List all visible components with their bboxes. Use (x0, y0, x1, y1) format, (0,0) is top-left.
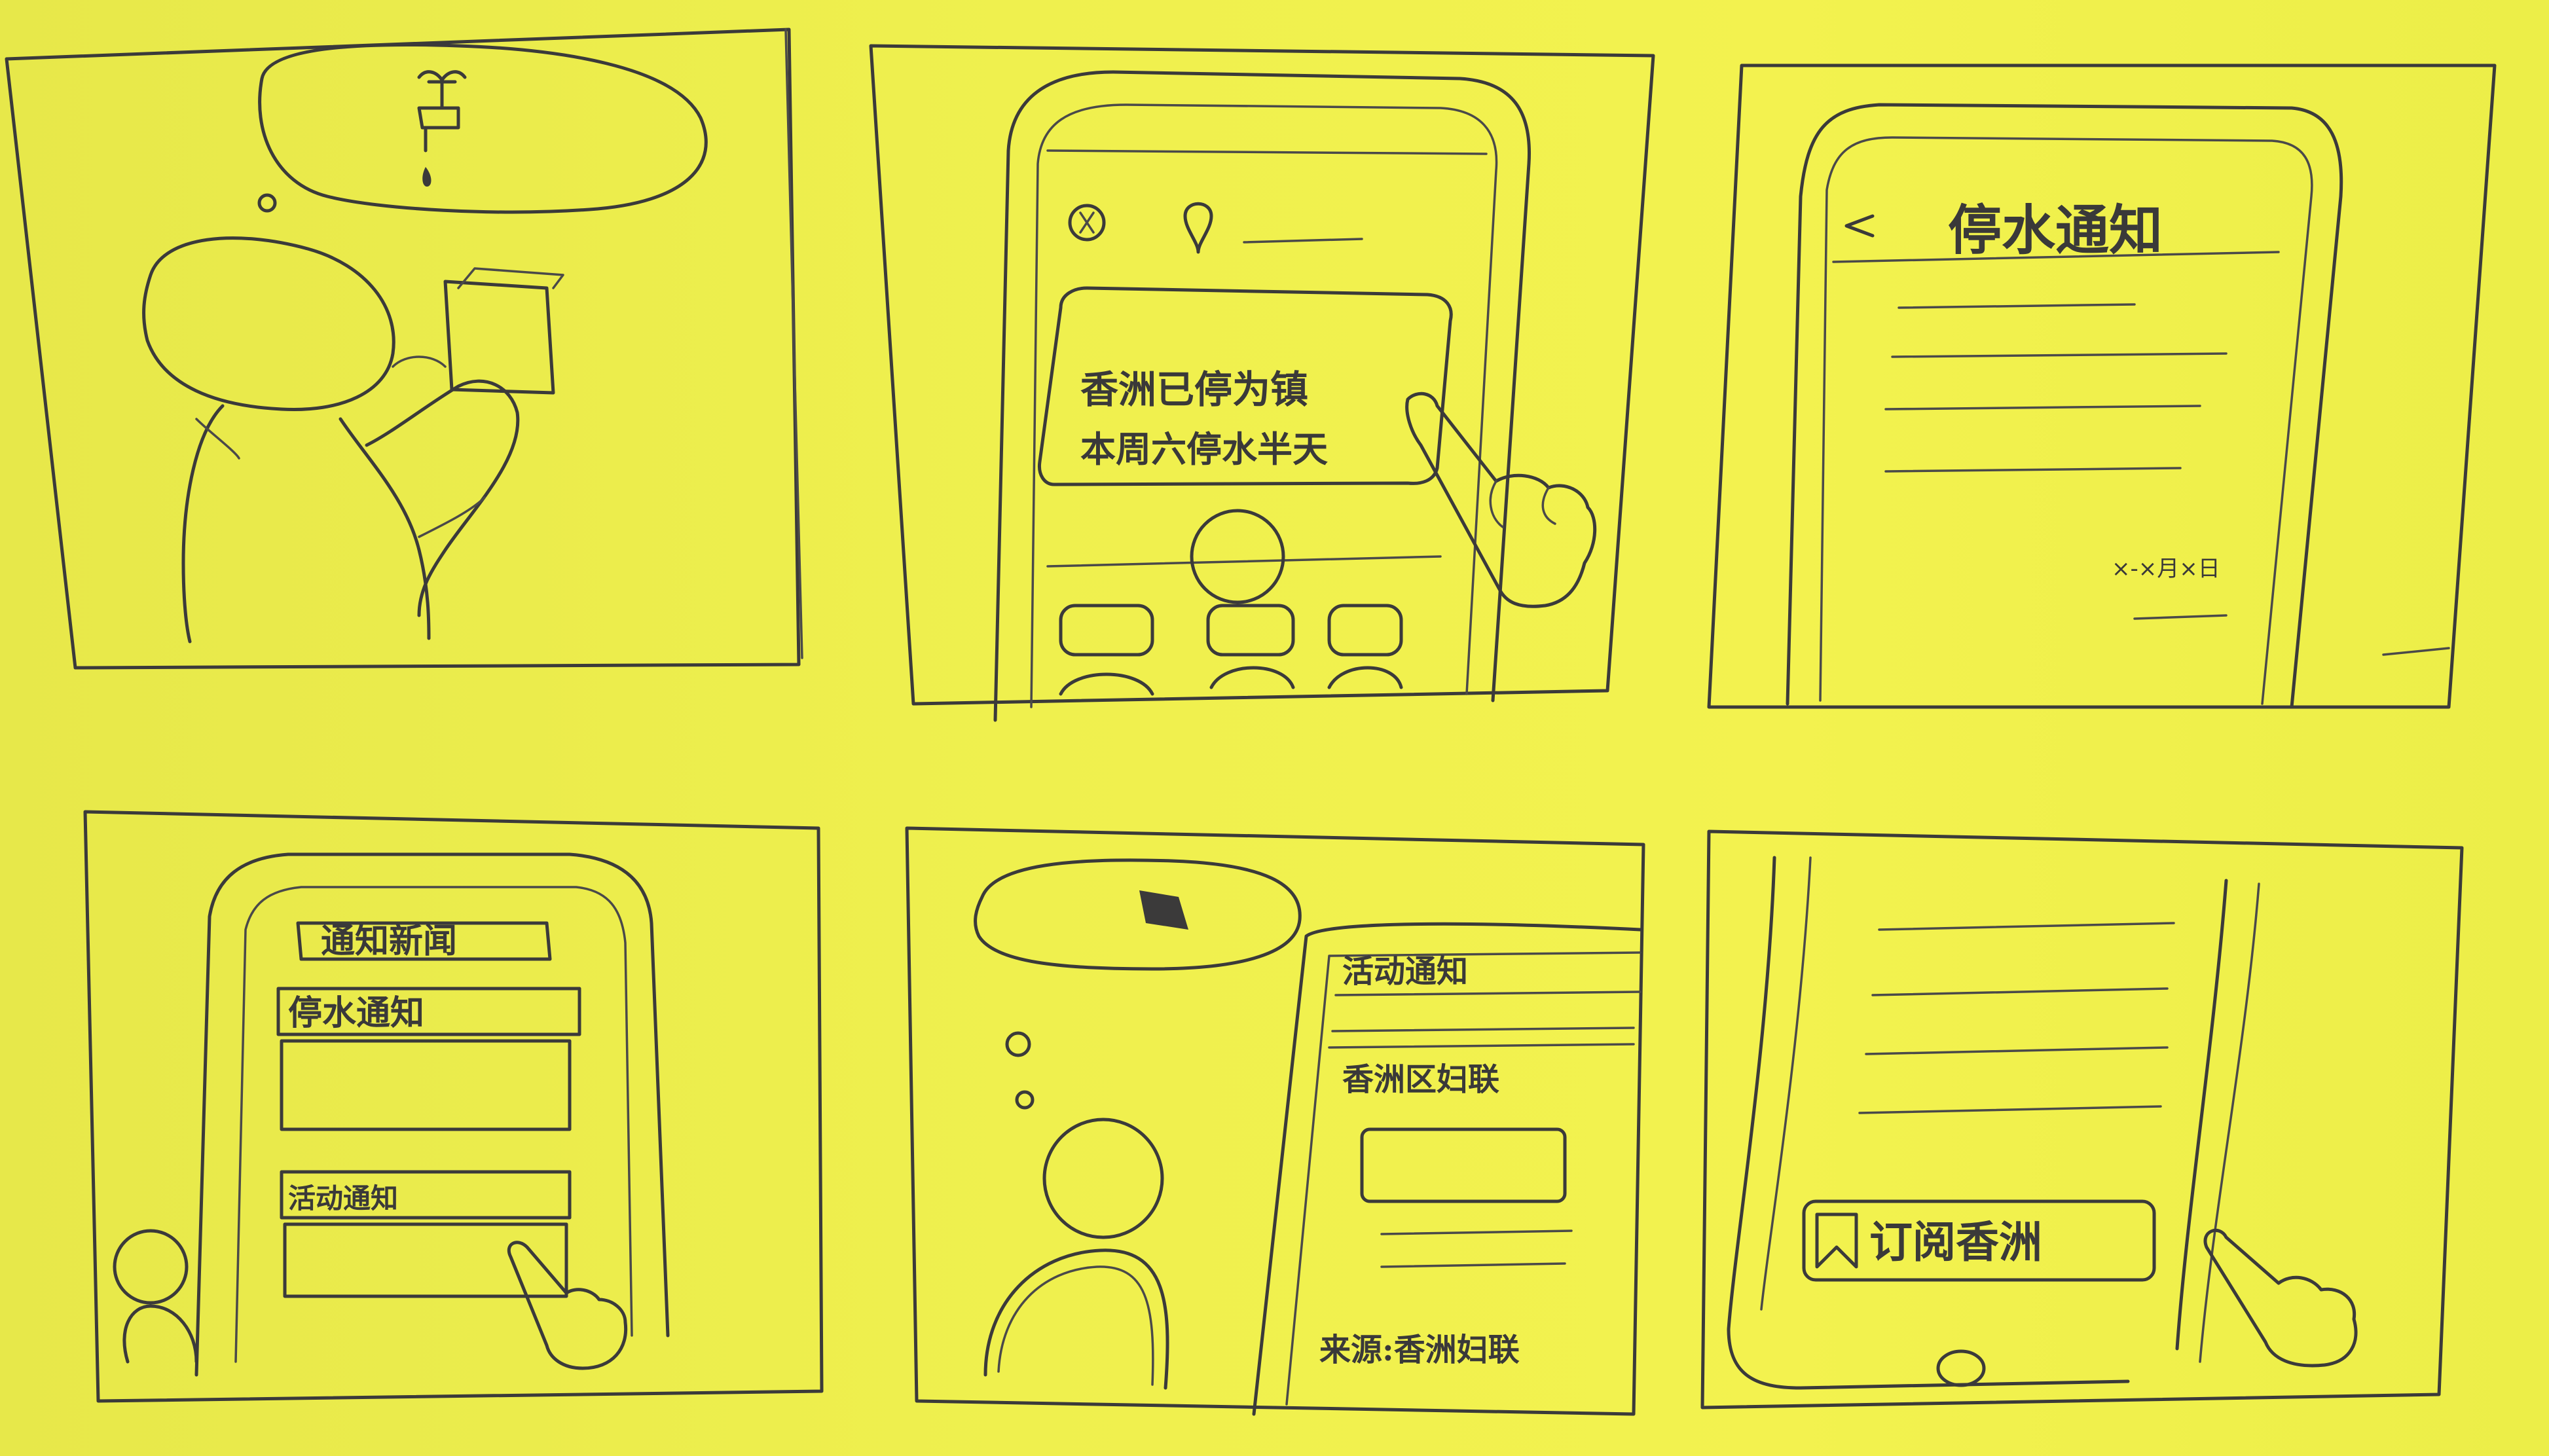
back-arrow-icon[interactable] (1844, 214, 1875, 238)
panel-3: 停水通知 ×-×月×日 (1707, 64, 2497, 709)
app-tile[interactable] (1327, 604, 1403, 657)
person-body (122, 1304, 198, 1364)
bookmark-icon (1815, 1212, 1858, 1269)
news-item-body (280, 1039, 572, 1131)
home-circle (1190, 509, 1285, 604)
text-line (1891, 352, 2228, 358)
home-button[interactable] (1936, 1349, 1986, 1387)
panel-5-frame (905, 826, 1645, 1416)
person-head (1042, 1118, 1164, 1239)
text-line (1884, 405, 2201, 410)
notification-line-1: 香洲已停为镇 (1080, 367, 1308, 412)
subscribe-label: 订阅香洲 (1869, 1216, 2042, 1267)
heart-book-icon (1139, 890, 1188, 930)
thought-dot (1005, 1031, 1031, 1057)
article-source: 来源:香洲妇联 (1319, 1332, 1520, 1368)
storyboard-sheet: 香洲已停为镇 本周六停水半天 停水通知 ×-×月×日 通知新闻 停水通知 活动通… (5, 27, 2497, 1416)
text-line (1884, 467, 2182, 473)
news-item-1-label: 停水通知 (288, 993, 424, 1033)
panel-2: 香洲已停为镇 本周六停水半天 (869, 44, 1655, 722)
panel-5: 活动通知 香洲区妇联 来源:香洲妇联 (905, 826, 1645, 1416)
panel-6-frame (1700, 829, 2464, 1410)
article-item-1: 活动通知 (1342, 953, 1468, 990)
text-line (1898, 303, 2136, 309)
app-tile[interactable] (1206, 604, 1295, 657)
news-item-body (283, 1222, 568, 1298)
panel-1-frame (5, 27, 801, 670)
panel-6: 订阅香洲 (1700, 829, 2464, 1410)
notification-line-2: 本周六停水半天 (1080, 428, 1328, 470)
person-body (181, 404, 225, 644)
app-tile[interactable] (1059, 604, 1154, 657)
notice-date: ×-×月×日 (2112, 556, 2220, 582)
person-head (113, 1229, 189, 1305)
article-item-2: 香洲区妇联 (1342, 1061, 1499, 1098)
thought-dot (1015, 1090, 1035, 1110)
phone-outline (1786, 103, 2343, 709)
phone-outline (1727, 856, 2130, 1390)
article-image-box (1360, 1127, 1567, 1203)
phone-in-hand (443, 280, 555, 395)
water-tap-icon (417, 70, 467, 187)
panel-1 (5, 27, 803, 670)
pointing-finger-icon (2203, 1228, 2358, 1368)
panel-3-frame (1707, 64, 2497, 709)
news-item-2-label: 活动通知 (288, 1182, 398, 1214)
thought-bubble (974, 858, 1302, 971)
news-header: 通知新闻 (321, 921, 457, 961)
notice-title: 停水通知 (1948, 199, 2163, 262)
thought-bubble (258, 43, 708, 214)
panel-4-frame (83, 810, 824, 1403)
thought-dot-small (257, 193, 277, 213)
person-head (142, 236, 395, 412)
panel-4: 通知新闻 停水通知 活动通知 (83, 810, 824, 1403)
person-hand (365, 379, 520, 617)
location-pin-icon (1183, 202, 1213, 254)
